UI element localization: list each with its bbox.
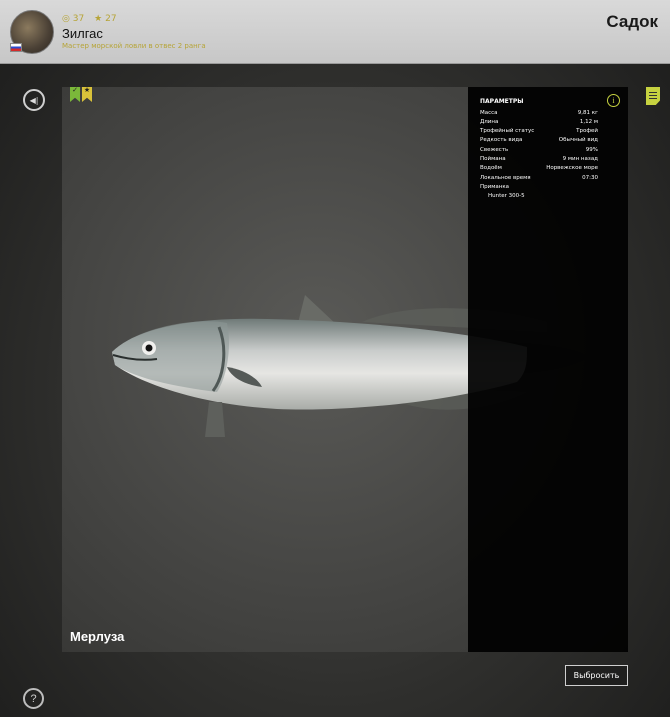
top-bar: ◎ 37 ★ 27 Зилгас Мастер морской ловли в … (0, 0, 670, 64)
param-row: Водоём Норвежское море (480, 165, 598, 171)
page-title: Садок (606, 12, 658, 31)
param-row: Локальное время 07:30 (480, 175, 598, 181)
player-name: Зилгас (62, 26, 103, 41)
level-value: 37 (72, 14, 85, 24)
trophy-value: 27 (105, 14, 117, 24)
param-row: Редкость вида Обычный вид (480, 137, 598, 143)
trophy-stat: ★ 27 (94, 14, 117, 24)
check-badge-icon: ✓ (70, 87, 80, 102)
bait-label: Приманка (480, 184, 510, 190)
param-value: Обычный вид (558, 137, 598, 143)
level-stat: ◎ 37 (62, 14, 85, 24)
param-value: Норвежское море (546, 165, 598, 171)
param-row: Масса 9,81 кг (480, 110, 598, 116)
param-label: Водоём (480, 165, 502, 171)
param-value: 99% (585, 147, 598, 153)
fish-name: Мерлуза (70, 629, 125, 644)
param-row: Поймана 9 мин назад (480, 156, 598, 162)
param-label: Масса (480, 110, 498, 116)
param-label: Трофейный статус (480, 128, 535, 134)
star-badge-icon: ★ (82, 87, 92, 102)
param-value: 07:30 (582, 175, 598, 181)
params-panel: ПАРАМЕТРЫ i Масса 9,81 кг Длина 1,12 м Т… (468, 87, 628, 652)
param-label: Свежесть (480, 147, 509, 153)
help-icon[interactable]: ? (23, 688, 44, 709)
sound-icon[interactable]: ◀| (23, 89, 45, 111)
info-icon[interactable]: i (607, 94, 620, 107)
param-row: Свежесть 99% (480, 147, 598, 153)
param-label: Локальное время (480, 175, 531, 181)
param-value: Трофей (576, 128, 598, 134)
param-value: 9,81 кг (577, 110, 598, 116)
param-label: Поймана (480, 156, 506, 162)
param-row: Длина 1,12 м (480, 119, 598, 125)
param-value: 1,12 м (579, 119, 598, 125)
player-rank: Мастер морской ловли в отвес 2 ранга (62, 42, 206, 50)
param-value: 9 мин назад (562, 156, 598, 162)
param-label: Редкость вида (480, 137, 523, 143)
notes-icon[interactable] (646, 87, 660, 105)
country-flag-icon (10, 43, 22, 52)
player-stats: ◎ 37 ★ 27 (62, 14, 117, 24)
param-label: Длина (480, 119, 499, 125)
fish-badges: ✓ ★ (70, 87, 92, 102)
param-row: Трофейный статус Трофей (480, 128, 598, 134)
fish-viewer: ✓ ★ Мерлуза ПАРАМЕТРЫ i Масса 9,81 кг Дл… (62, 87, 628, 652)
params-title: ПАРАМЕТРЫ (480, 98, 524, 105)
param-row: Приманка (480, 184, 598, 190)
bait-value: Hunter 300-5 (488, 193, 525, 199)
release-button[interactable]: Выбросить (565, 665, 628, 686)
